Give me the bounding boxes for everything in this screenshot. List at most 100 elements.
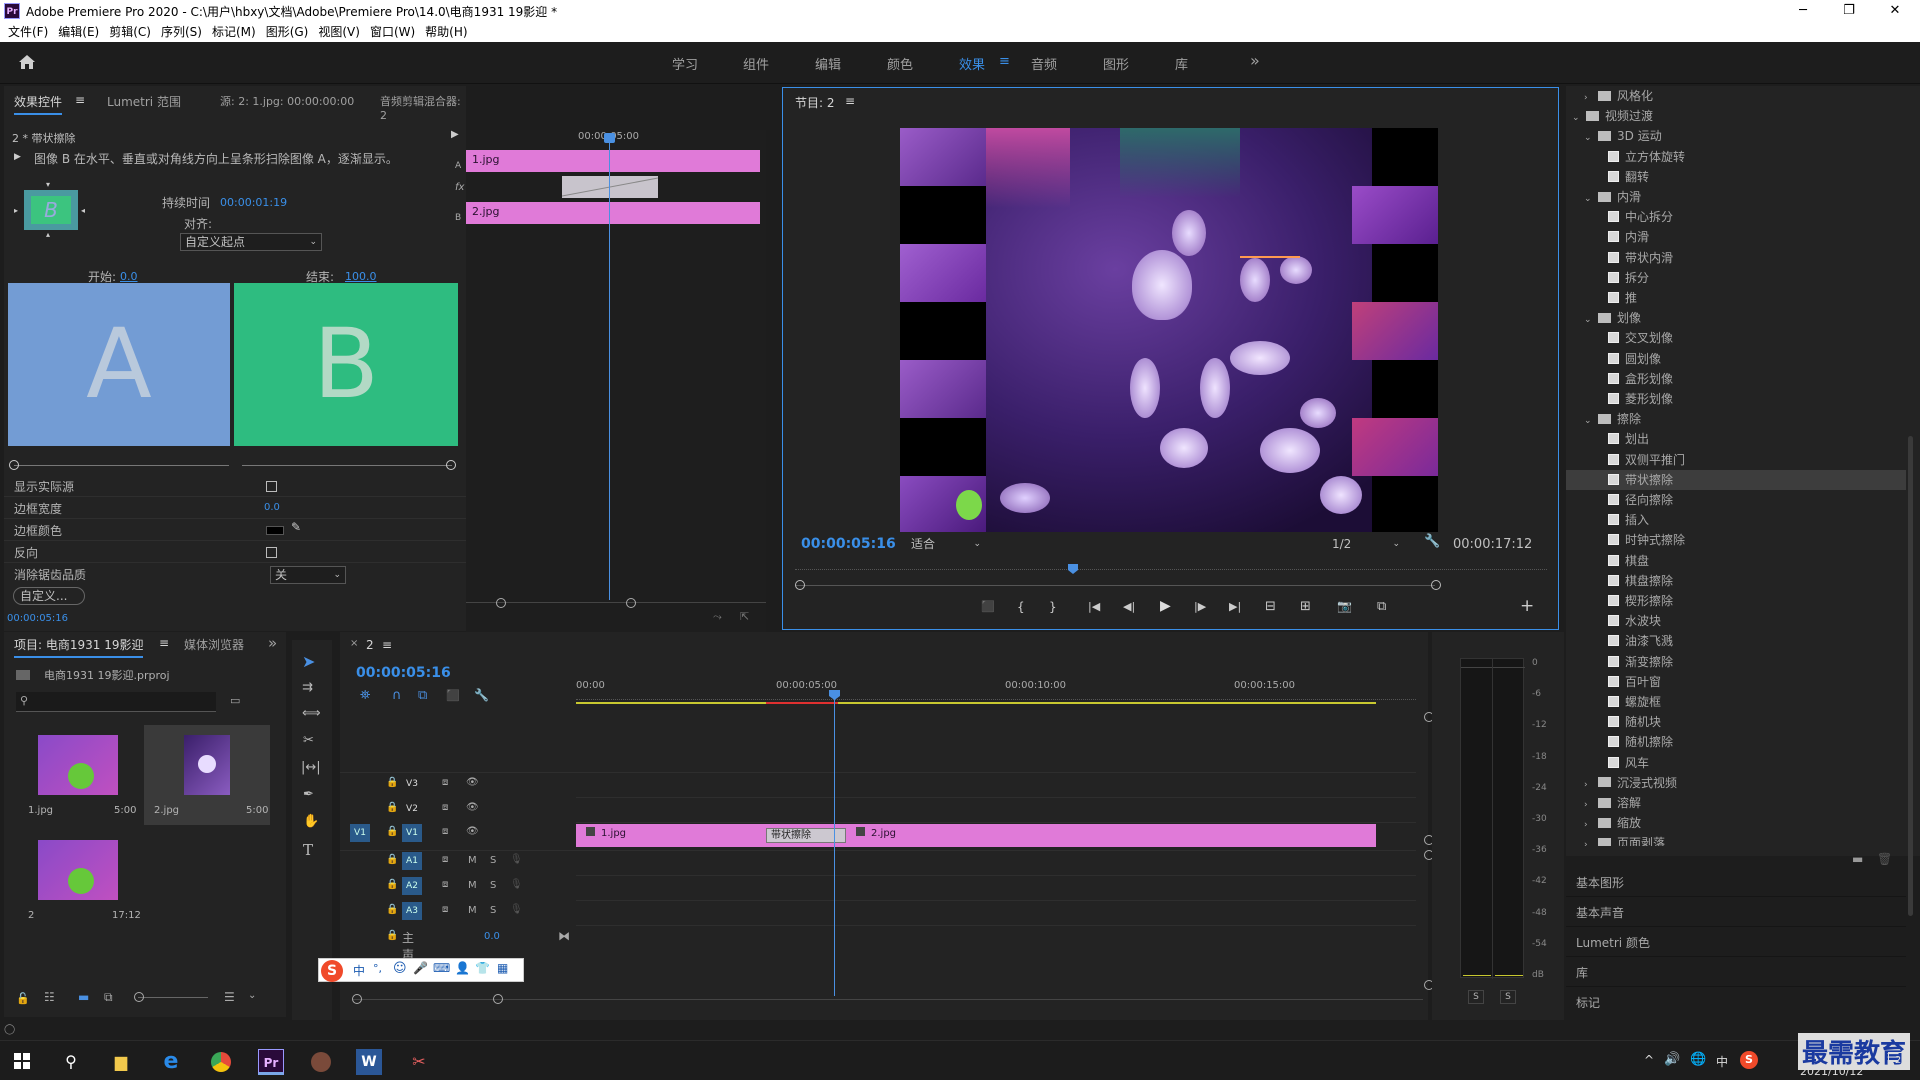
search-icon[interactable]: ⚲ bbox=[58, 1049, 84, 1075]
effect-item[interactable]: 时钟式擦除 bbox=[1566, 530, 1906, 550]
network-icon[interactable]: 🌐 bbox=[1690, 1052, 1706, 1067]
step-forward-icon[interactable]: |▶ bbox=[1194, 600, 1206, 613]
chevron-down-icon[interactable]: ⌄ bbox=[1584, 411, 1598, 431]
project-menu-icon[interactable]: ≡ bbox=[159, 636, 169, 650]
meter-solo-right[interactable]: S bbox=[1500, 990, 1516, 1004]
effect-folder[interactable]: ⌄ 内滑 bbox=[1566, 187, 1906, 207]
work-area-bar[interactable] bbox=[576, 702, 1376, 704]
eye-icon[interactable]: 👁 bbox=[466, 826, 479, 837]
timeline-ruler[interactable] bbox=[576, 694, 1416, 700]
ime-chinese-mode[interactable]: 中 bbox=[353, 962, 365, 979]
panel-markers[interactable]: 标记 bbox=[1576, 994, 1600, 1011]
word-icon[interactable]: W bbox=[356, 1049, 382, 1075]
effect-item[interactable]: 插入 bbox=[1566, 510, 1906, 530]
track-select-tool-icon[interactable]: ⇉ bbox=[302, 680, 313, 695]
custom-button[interactable]: 自定义... bbox=[13, 587, 85, 605]
panel-essential-graphics[interactable]: 基本图形 bbox=[1576, 874, 1624, 891]
extract-icon[interactable]: ⊞ bbox=[1300, 599, 1311, 614]
timeline-clip-2[interactable]: 2.jpg bbox=[856, 827, 896, 839]
arrow-down-icon[interactable]: ▾ bbox=[46, 180, 50, 189]
mute-button[interactable]: M bbox=[468, 880, 477, 891]
minimize-button[interactable]: ─ bbox=[1780, 0, 1826, 22]
mic-icon[interactable]: 🎙 bbox=[510, 904, 523, 915]
menu-edit[interactable]: 编辑(E) bbox=[58, 22, 99, 42]
fit-select[interactable]: 适合 ⌄ bbox=[907, 536, 987, 554]
track-v1-label[interactable]: V1 bbox=[402, 824, 422, 842]
lock-icon[interactable]: 🔒 bbox=[386, 879, 398, 890]
menu-help[interactable]: 帮助(H) bbox=[425, 22, 467, 42]
menu-view[interactable]: 视图(V) bbox=[318, 22, 360, 42]
play-transition-icon[interactable]: ▶ bbox=[14, 152, 21, 162]
snap-icon[interactable]: ∩ bbox=[392, 688, 402, 703]
panel-libraries[interactable]: 库 bbox=[1576, 964, 1588, 981]
effect-item[interactable]: 双侧平推门 bbox=[1566, 450, 1906, 470]
tab-audio-clip-mixer[interactable]: 音频剪辑混合器: 2 bbox=[380, 93, 466, 122]
sync-lock-icon[interactable]: ⧈ bbox=[442, 879, 448, 890]
program-menu-icon[interactable]: ≡ bbox=[845, 94, 855, 108]
ime-skin-icon[interactable]: 👕 bbox=[475, 961, 490, 975]
chrome-icon[interactable] bbox=[208, 1049, 234, 1075]
antialias-select[interactable]: 关 ⌄ bbox=[270, 566, 346, 584]
lift-icon[interactable]: ⊟ bbox=[1265, 599, 1276, 614]
border-color-swatch[interactable] bbox=[266, 526, 284, 535]
workspace-learn[interactable]: 学习 bbox=[672, 54, 698, 73]
go-to-out-icon[interactable]: ▶| bbox=[1229, 600, 1241, 613]
lock-icon[interactable]: 🔒 bbox=[386, 930, 398, 941]
effect-folder[interactable]: › 缩放 bbox=[1566, 813, 1906, 833]
program-time-ruler[interactable] bbox=[795, 566, 1547, 570]
nest-icon[interactable]: ⛯ bbox=[360, 688, 370, 703]
effect-item[interactable]: 立方体旋转 bbox=[1566, 147, 1906, 167]
maximize-button[interactable]: ❐ bbox=[1826, 0, 1872, 22]
end-slider-track[interactable] bbox=[242, 465, 452, 466]
tray-chevron-icon[interactable]: ^ bbox=[1644, 1053, 1654, 1067]
ec-playhead-handle[interactable] bbox=[604, 133, 615, 143]
start-slider-handle[interactable] bbox=[9, 460, 19, 470]
timeline-clip-1[interactable]: 1.jpg bbox=[586, 827, 626, 839]
align-select[interactable]: 自定义起点 ⌄ bbox=[180, 233, 322, 251]
mic-icon[interactable]: 🎙 bbox=[510, 854, 523, 865]
wrench-icon[interactable]: 🔧 bbox=[1424, 534, 1440, 549]
sync-lock-icon[interactable]: ⧈ bbox=[442, 854, 448, 865]
effect-item[interactable]: 随机擦除 bbox=[1566, 732, 1906, 752]
comparison-view-icon[interactable]: ⧉ bbox=[1377, 599, 1386, 614]
start-slider-track[interactable] bbox=[14, 465, 229, 466]
ec-expand-icon[interactable]: ▶ bbox=[451, 129, 459, 140]
solo-button[interactable]: S bbox=[490, 905, 496, 916]
workspace-libraries[interactable]: 库 bbox=[1175, 54, 1188, 73]
project-search-input[interactable]: ⚲ bbox=[16, 692, 216, 712]
delete-icon[interactable]: 🗑 bbox=[1877, 852, 1892, 866]
effect-item[interactable]: 带状内滑 bbox=[1566, 248, 1906, 268]
hscroll-handle-left[interactable] bbox=[352, 994, 362, 1004]
effect-folder[interactable]: ⌄ 划像 bbox=[1566, 308, 1906, 328]
export-frame-icon[interactable]: 📷 bbox=[1337, 599, 1352, 613]
lock-icon[interactable]: 🔒 bbox=[386, 854, 398, 865]
chevron-right-icon[interactable]: › bbox=[1584, 88, 1598, 108]
selection-tool-icon[interactable]: ➤ bbox=[302, 652, 315, 671]
ime-keyboard-icon[interactable]: ⌨ bbox=[433, 961, 450, 975]
razor-tool-icon[interactable]: ✂ bbox=[303, 733, 314, 748]
effect-item[interactable]: 菱形划像 bbox=[1566, 389, 1906, 409]
file-explorer-icon[interactable]: ▆ bbox=[108, 1049, 134, 1075]
effect-item[interactable]: 推 bbox=[1566, 288, 1906, 308]
step-back-icon[interactable]: ◀| bbox=[1123, 600, 1135, 613]
windows-start-icon[interactable] bbox=[14, 1053, 30, 1069]
border-width-value[interactable]: 0.0 bbox=[264, 502, 280, 513]
effect-folder[interactable]: › 沉浸式视频 bbox=[1566, 773, 1906, 793]
chevron-down-icon[interactable]: ⌄ bbox=[1572, 108, 1586, 128]
eyedropper-icon[interactable]: ✎ bbox=[291, 520, 301, 534]
track-v2-label[interactable]: V2 bbox=[402, 800, 422, 818]
program-playhead[interactable] bbox=[1068, 564, 1078, 574]
chevron-down-icon[interactable]: ⌄ bbox=[1584, 128, 1598, 148]
effect-item[interactable]: 风车 bbox=[1566, 753, 1906, 773]
sync-lock-icon[interactable]: ⧈ bbox=[442, 904, 448, 915]
program-zoom-bar[interactable] bbox=[795, 585, 1435, 586]
close-sequence-icon[interactable]: × bbox=[350, 638, 358, 649]
eye-icon[interactable]: 👁 bbox=[466, 802, 479, 813]
effect-item[interactable]: 棋盘 bbox=[1566, 551, 1906, 571]
effect-folder[interactable]: › 页面剥落 bbox=[1566, 833, 1906, 846]
ime-voice-icon[interactable]: 🎤 bbox=[413, 961, 428, 975]
add-button-icon[interactable]: + bbox=[1520, 596, 1534, 616]
pen-tool-icon[interactable]: ✒ bbox=[303, 787, 314, 802]
arrow-right-icon[interactable]: ◂ bbox=[81, 206, 85, 215]
program-zoom-handle-right[interactable] bbox=[1431, 580, 1441, 590]
